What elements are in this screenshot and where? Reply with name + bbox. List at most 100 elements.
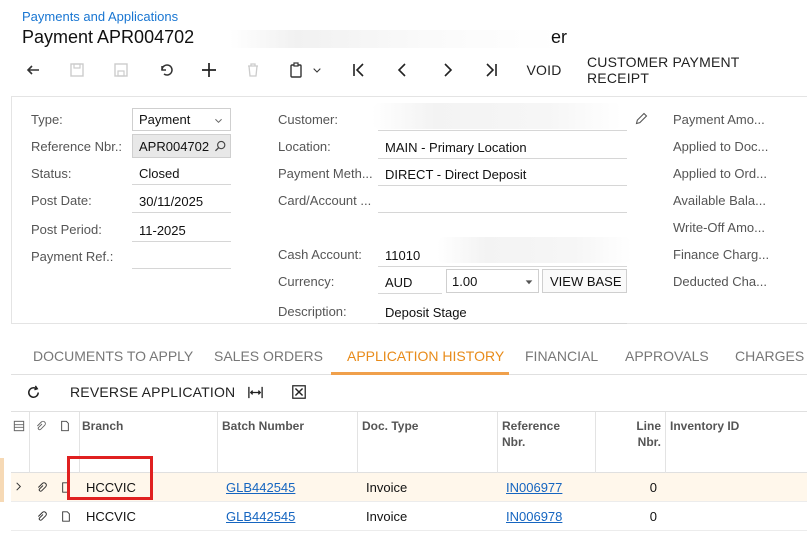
customer-payment-receipt-button[interactable]: CUSTOMER PAYMENT RECEIPT bbox=[587, 54, 805, 86]
save-close-icon bbox=[70, 63, 84, 77]
refresh-icon[interactable] bbox=[25, 384, 42, 401]
redacted-cash-account bbox=[437, 237, 632, 263]
payment-summary-form: Type: Payment Reference Nbr.: APR004702 … bbox=[11, 96, 807, 324]
first-icon bbox=[353, 63, 364, 77]
applied-to-orders-label: Applied to Ord... bbox=[673, 166, 767, 181]
type-select[interactable]: Payment bbox=[132, 108, 231, 131]
cell-batch-number-link[interactable]: GLB442545 bbox=[226, 509, 295, 524]
view-base-label: VIEW BASE bbox=[550, 274, 622, 289]
post-date-underline bbox=[132, 212, 231, 213]
save-close-button[interactable] bbox=[66, 56, 88, 84]
status-underline bbox=[132, 184, 231, 185]
note-icon[interactable] bbox=[60, 510, 72, 523]
header-branch[interactable]: Branch bbox=[82, 418, 123, 434]
header-doc-type[interactable]: Doc. Type bbox=[362, 418, 418, 434]
tab-documents-to-apply[interactable]: DOCUMENTS TO APPLY bbox=[33, 348, 193, 364]
next-record-button[interactable] bbox=[436, 56, 458, 84]
undo-button[interactable] bbox=[155, 56, 177, 84]
currency-underline bbox=[378, 293, 442, 294]
write-off-amount-label: Write-Off Amo... bbox=[673, 220, 765, 235]
tab-charges[interactable]: CHARGES bbox=[735, 348, 804, 364]
header-reference-nbr[interactable]: Reference Nbr. bbox=[502, 418, 560, 450]
export-excel-icon[interactable] bbox=[291, 384, 307, 400]
undo-icon bbox=[161, 64, 173, 76]
header-line-nbr[interactable]: Line Nbr. bbox=[631, 418, 661, 450]
page-title-tail: er bbox=[551, 27, 568, 47]
trash-icon bbox=[248, 63, 258, 77]
fit-columns-icon[interactable] bbox=[247, 384, 264, 401]
breadcrumb[interactable]: Payments and Applications bbox=[22, 9, 178, 24]
reference-input[interactable]: APR004702 bbox=[132, 134, 231, 158]
void-label: VOID bbox=[526, 62, 562, 78]
table-row[interactable]: HCCVIC GLB442545 Invoice IN006978 0 bbox=[11, 502, 807, 531]
view-base-button[interactable]: VIEW BASE bbox=[542, 269, 627, 293]
reference-label: Reference Nbr.: bbox=[31, 139, 123, 154]
attachment-icon[interactable] bbox=[35, 510, 47, 523]
applied-to-documents-label: Applied to Doc... bbox=[673, 139, 769, 154]
rate-value: 1.00 bbox=[452, 274, 478, 289]
attachment-icon bbox=[37, 420, 46, 431]
cash-account-value[interactable]: 11010 bbox=[385, 248, 420, 263]
cell-doc-type: Invoice bbox=[366, 509, 408, 524]
card-account-label: Card/Account ... bbox=[278, 193, 372, 208]
dropdown-arrow-icon bbox=[525, 280, 533, 285]
post-date-label: Post Date: bbox=[31, 193, 92, 208]
previous-record-button[interactable] bbox=[392, 56, 414, 84]
location-label: Location: bbox=[278, 139, 331, 154]
annotation-highlight-box bbox=[67, 456, 153, 500]
location-value[interactable]: MAIN - Primary Location bbox=[385, 140, 527, 155]
grid-toolbar: REVERSE APPLICATION bbox=[11, 376, 807, 410]
first-record-button[interactable] bbox=[348, 56, 370, 84]
delete-button[interactable] bbox=[242, 56, 264, 84]
finance-charges-label: Finance Charg... bbox=[673, 247, 770, 262]
header-line-line1: Line bbox=[636, 419, 661, 433]
cell-doc-type: Invoice bbox=[366, 480, 408, 495]
cell-reference-link[interactable]: IN006978 bbox=[506, 509, 562, 524]
post-date-value[interactable]: 30/11/2025 bbox=[139, 194, 203, 209]
cell-reference-link[interactable]: IN006977 bbox=[506, 480, 562, 495]
tab-financial[interactable]: FINANCIAL bbox=[525, 348, 598, 364]
cell-branch[interactable]: HCCVIC bbox=[86, 509, 136, 524]
row-selector-chevron-icon bbox=[16, 482, 22, 491]
description-label: Description: bbox=[278, 304, 347, 319]
cash-account-label: Cash Account: bbox=[278, 247, 362, 262]
main-toolbar: VOID CUSTOMER PAYMENT RECEIPT bbox=[0, 54, 807, 86]
cell-line-nbr: 0 bbox=[649, 509, 657, 524]
header-inventory-id[interactable]: Inventory ID bbox=[670, 418, 739, 434]
header-batch-number[interactable]: Batch Number bbox=[222, 418, 304, 434]
rate-select[interactable]: 1.00 bbox=[446, 269, 539, 293]
currency-value[interactable]: AUD bbox=[385, 275, 412, 290]
post-period-underline bbox=[132, 241, 231, 242]
copy-paste-button[interactable] bbox=[285, 56, 325, 84]
chevron-down-icon bbox=[215, 118, 222, 124]
column-separator bbox=[217, 412, 218, 474]
column-separator bbox=[665, 412, 666, 474]
tab-approvals[interactable]: APPROVALS bbox=[625, 348, 709, 364]
add-button[interactable] bbox=[198, 56, 220, 84]
previous-icon bbox=[397, 63, 406, 77]
tab-application-history[interactable]: APPLICATION HISTORY bbox=[347, 348, 504, 364]
payment-ref-input[interactable] bbox=[132, 268, 231, 269]
save-icon bbox=[114, 63, 128, 77]
card-account-input[interactable] bbox=[378, 212, 627, 213]
reverse-application-button[interactable]: REVERSE APPLICATION bbox=[70, 384, 235, 400]
void-button[interactable]: VOID bbox=[522, 56, 566, 84]
description-value[interactable]: Deposit Stage bbox=[385, 305, 467, 320]
column-settings-icon[interactable] bbox=[13, 420, 25, 432]
detail-tabs: DOCUMENTS TO APPLY SALES ORDERS APPLICAT… bbox=[11, 337, 807, 375]
attachment-icon[interactable] bbox=[35, 481, 47, 494]
available-balance-label: Available Bala... bbox=[673, 193, 766, 208]
search-icon bbox=[214, 140, 226, 152]
status-label: Status: bbox=[31, 166, 72, 181]
active-tab-indicator bbox=[331, 372, 509, 375]
save-button[interactable] bbox=[110, 56, 132, 84]
customer-underline bbox=[378, 130, 627, 131]
last-record-button[interactable] bbox=[480, 56, 502, 84]
back-button[interactable] bbox=[22, 56, 44, 84]
redacted-title-area bbox=[230, 30, 560, 48]
payment-method-value[interactable]: DIRECT - Direct Deposit bbox=[385, 167, 526, 182]
post-period-value[interactable]: 11-2025 bbox=[139, 223, 186, 238]
tab-sales-orders[interactable]: SALES ORDERS bbox=[214, 348, 323, 364]
cell-batch-number-link[interactable]: GLB442545 bbox=[226, 480, 295, 495]
pencil-icon[interactable] bbox=[634, 111, 649, 126]
